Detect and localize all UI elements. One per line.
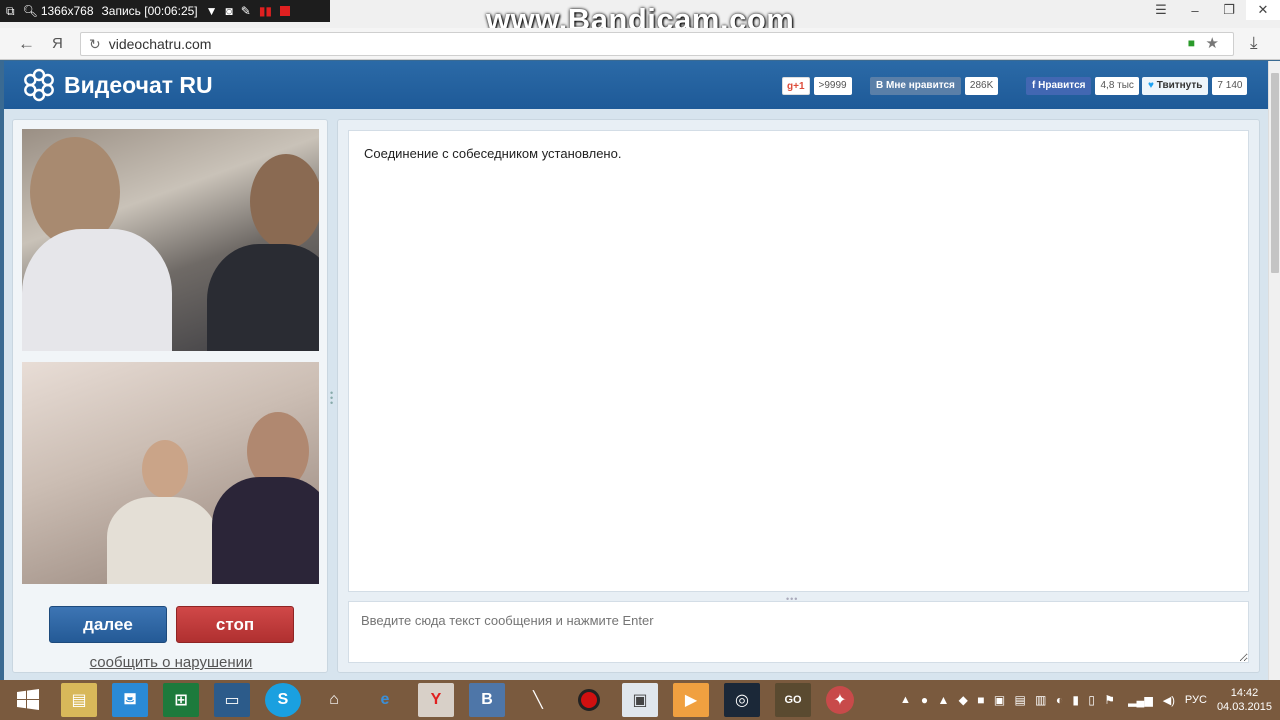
close-icon[interactable]: ✕ <box>1246 0 1280 20</box>
local-person-body <box>107 497 217 584</box>
recording-status: Запись [00:06:25] <box>101 4 198 18</box>
clock[interactable]: 14:42 04.03.2015 <box>1217 686 1272 714</box>
facebook-like-widget[interactable]: f Нравится 4,8 тыс <box>1026 77 1139 95</box>
network-icon[interactable]: ▂▄▆ <box>1128 694 1153 707</box>
file-explorer-icon[interactable]: ▤ <box>61 683 97 717</box>
local-person-face <box>142 440 188 498</box>
pencil-icon[interactable]: ✎ <box>241 4 251 18</box>
resolution-label: 1366x768 <box>40 4 94 18</box>
next-button[interactable]: далее <box>49 606 167 643</box>
chat-log: Соединение с собеседником установлено. <box>348 130 1249 592</box>
restore-icon[interactable]: ❐ <box>1212 0 1246 20</box>
twitter-bird-icon: ♥ <box>1148 80 1154 91</box>
vk-like-widget[interactable]: B Мне нравится 286K <box>870 77 999 95</box>
gplus-widget[interactable]: g+1 >9999 <box>782 77 852 95</box>
language-indicator[interactable]: РУС <box>1185 694 1207 706</box>
clock-time: 14:42 <box>1230 687 1259 699</box>
media-player-icon[interactable]: ▶ <box>673 683 709 717</box>
scrollbar-thumb[interactable] <box>1271 73 1279 273</box>
stop-button[interactable]: стоп <box>176 606 294 643</box>
remote-person2-face <box>250 154 319 249</box>
back-arrow-icon[interactable]: ← <box>18 34 35 54</box>
tray-expand-icon[interactable]: ▲ <box>900 694 911 706</box>
chat-status-message: Соединение с собеседником установлено. <box>364 146 622 161</box>
message-input[interactable] <box>348 601 1249 663</box>
vk-like-label: Мне нравится <box>886 80 955 91</box>
remote-person2-body <box>207 244 319 351</box>
panel-resize-handle[interactable]: • • • <box>330 389 335 408</box>
steam-icon[interactable]: ◎ <box>724 683 760 717</box>
vk-icon: B <box>876 80 884 91</box>
bandicam-recording-bar: ⧉ 🔍︎ 1366x768 Запись [00:06:25] ▼ ◙ ✎ ▮▮ <box>0 0 330 22</box>
facebook-like-count: 4,8 тыс <box>1095 77 1139 95</box>
vk-icon[interactable]: B <box>469 683 505 717</box>
facebook-icon: f <box>1032 80 1036 91</box>
camera-icon[interactable]: ◙ <box>226 4 233 18</box>
record-icon[interactable] <box>571 683 607 717</box>
bookmark-star-icon[interactable]: ★ <box>1206 34 1219 52</box>
site-header: Видеочат RU g+1 >9999 B Мне нравится 286… <box>4 61 1268 109</box>
vk-like-count: 286K <box>964 77 999 95</box>
gplus-button[interactable]: g+1 <box>782 77 810 95</box>
local-video <box>22 362 319 584</box>
remote-person-body <box>22 229 172 351</box>
twitter-widget[interactable]: ♥ Твитнуть 7 140 <box>1142 77 1248 95</box>
tweet-count: 7 140 <box>1212 77 1248 95</box>
yandex-browser-icon[interactable]: Y <box>418 683 454 717</box>
vk-like-button[interactable]: B Мне нравится <box>870 77 961 95</box>
page-scrollbar[interactable] <box>1268 61 1280 680</box>
chat-panel: Соединение с собеседником установлено. •… <box>337 119 1260 673</box>
volume-icon[interactable]: ◀) <box>1163 694 1175 707</box>
windows-taskbar: ▤ ⛾ ⊞ ▭ S ⌂ e Y B ╲ ▣ ▶ ◎ GO ✦ ▲ ● ▲ ◆ ■… <box>0 680 1280 720</box>
window-controls: ☰ – ❐ ✕ <box>1144 0 1280 22</box>
excel-icon[interactable]: ⊞ <box>163 683 199 717</box>
video-panel: далее стоп сообщить о нарушении <box>12 119 328 673</box>
game-icon[interactable]: ✦ <box>826 686 854 714</box>
csgo-icon[interactable]: GO <box>775 683 811 717</box>
lock-icon[interactable]: ■ <box>1188 36 1195 50</box>
local-person2-body <box>212 477 319 584</box>
tray-app-icons[interactable]: ● ▲ ◆ ■ ▣ ▤ ▥ ◐ ▮ ▯ ⚑ <box>921 693 1118 707</box>
gplus-count: >9999 <box>813 77 852 95</box>
refresh-icon[interactable]: ↻ <box>89 36 101 53</box>
start-icon[interactable] <box>10 683 46 717</box>
resolution-indicator: 🔍︎ 1366x768 <box>23 4 94 18</box>
logo-flower-icon[interactable] <box>22 68 56 102</box>
site-logo-text[interactable]: Видеочат RU <box>64 72 213 99</box>
browser-titlebar: ⧉ 🔍︎ 1366x768 Запись [00:06:25] ▼ ◙ ✎ ▮▮ … <box>0 0 1280 37</box>
pen-icon[interactable]: ╲ <box>520 683 556 717</box>
stop-record-icon[interactable] <box>280 6 291 16</box>
report-violation-link[interactable]: сообщить о нарушении <box>13 654 329 671</box>
minimize-icon[interactable]: – <box>1178 0 1212 20</box>
facebook-like-button[interactable]: f Нравится <box>1026 77 1092 95</box>
download-icon[interactable]: ⤓ <box>1250 33 1258 53</box>
system-tray: ▲ ● ▲ ◆ ■ ▣ ▤ ▥ ◐ ▮ ▯ ⚑ ▂▄▆ ◀) РУС 14:42… <box>900 680 1272 720</box>
menu-icon[interactable]: ☰ <box>1144 0 1178 20</box>
window-icon[interactable]: ⧉ <box>6 4 15 19</box>
home-icon[interactable]: ⌂ <box>316 683 352 717</box>
skype-icon[interactable]: S <box>265 683 301 717</box>
photo-viewer-icon[interactable]: ▣ <box>622 683 658 717</box>
address-bar-row: ← Я ↻ videochatru.com ■ ★ ⤓ <box>0 28 1280 60</box>
tweet-label: Твитнуть <box>1156 80 1203 91</box>
pause-icon[interactable]: ▮▮ <box>259 4 272 18</box>
url-field[interactable]: ↻ videochatru.com ■ ★ <box>80 32 1234 56</box>
remote-video <box>22 129 319 351</box>
main-content: далее стоп сообщить о нарушении • • • Соед… <box>4 109 1268 680</box>
clock-date: 04.03.2015 <box>1216 701 1272 713</box>
yandex-logo-icon[interactable]: Я <box>52 35 63 52</box>
url-text: videochatru.com <box>108 36 212 52</box>
store-icon[interactable]: ⛾ <box>112 683 148 717</box>
dropdown-icon[interactable]: ▼ <box>206 4 218 18</box>
monitor-icon[interactable]: ▭ <box>214 683 250 717</box>
facebook-like-label: Нравится <box>1038 80 1086 91</box>
internet-explorer-icon[interactable]: e <box>367 683 403 717</box>
search-icon: 🔍︎ <box>22 4 38 18</box>
tweet-button[interactable]: ♥ Твитнуть <box>1142 77 1209 95</box>
